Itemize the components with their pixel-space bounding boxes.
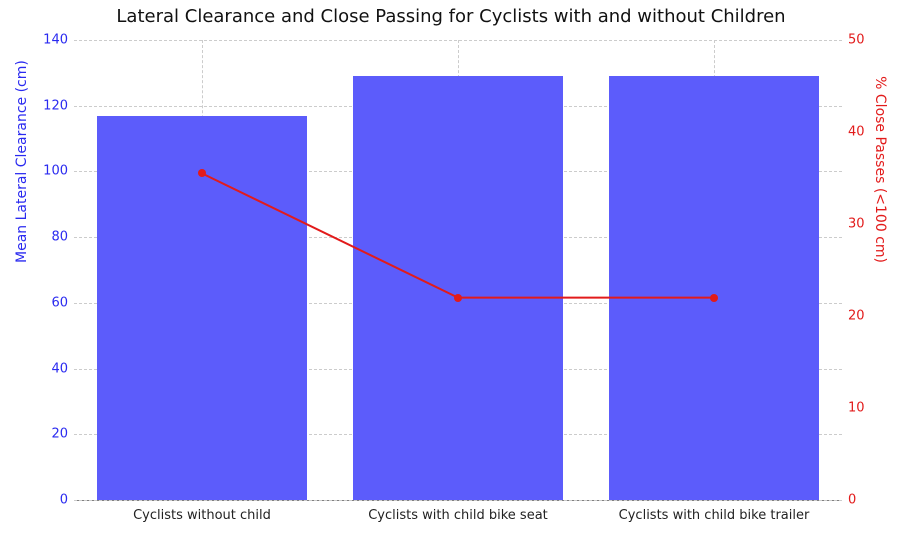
y-left-tick: 40 [51, 361, 74, 376]
y-right-tick: 30 [842, 217, 865, 232]
x-tick-label: Cyclists with child bike trailer [619, 500, 810, 523]
y-right-tick: 20 [842, 309, 865, 324]
y-left-tick: 100 [43, 164, 74, 179]
y-right-tick: 40 [842, 125, 865, 140]
chart-title: Lateral Clearance and Close Passing for … [0, 6, 902, 27]
y-axis-left-label: Mean Lateral Clearance (cm) [14, 60, 30, 263]
y-right-tick: 50 [842, 33, 865, 48]
y-left-tick: 20 [51, 427, 74, 442]
y-right-tick: 0 [842, 493, 856, 508]
line-marker [710, 294, 718, 302]
line-series-layer [74, 40, 842, 500]
y-left-tick: 80 [51, 230, 74, 245]
y-left-tick: 60 [51, 295, 74, 310]
y-left-tick: 0 [60, 493, 74, 508]
y-right-tick: 10 [842, 401, 865, 416]
x-tick-label: Cyclists without child [133, 500, 271, 523]
line-marker [454, 294, 462, 302]
plot-area: 02040608010012014001020304050Cyclists wi… [74, 40, 842, 501]
line-series [202, 173, 714, 297]
x-tick-label: Cyclists with child bike seat [368, 500, 548, 523]
y-left-tick: 120 [43, 98, 74, 113]
line-marker [198, 169, 206, 177]
y-axis-right-label: % Close Passes (<100 cm) [872, 76, 888, 263]
chart: Lateral Clearance and Close Passing for … [0, 0, 902, 541]
y-left-tick: 140 [43, 33, 74, 48]
